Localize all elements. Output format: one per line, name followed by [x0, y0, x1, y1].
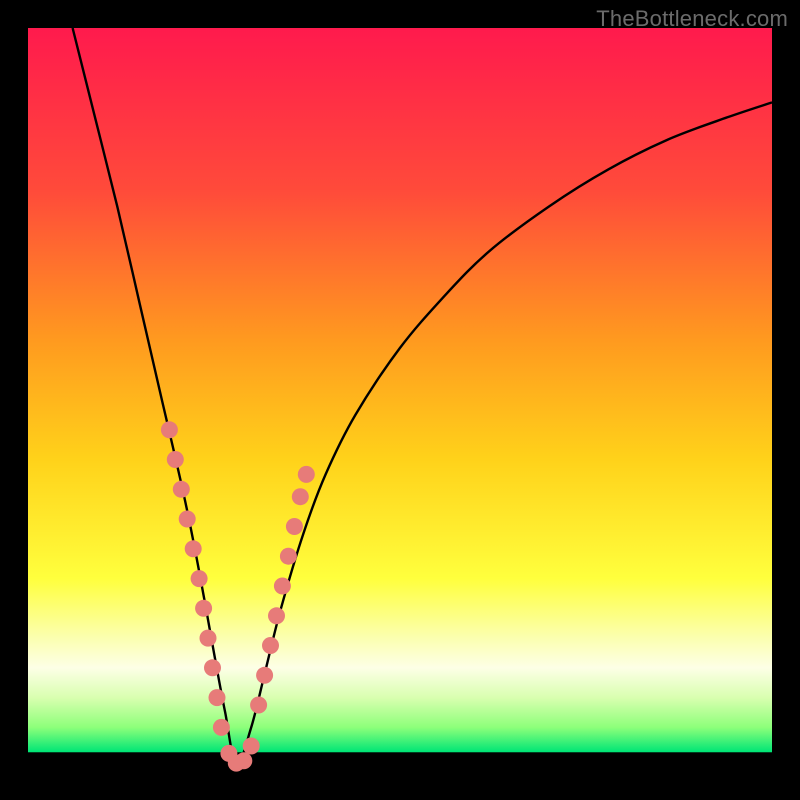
curve-dot	[250, 697, 267, 714]
gradient-background	[28, 28, 772, 772]
curve-dot	[243, 738, 260, 755]
curve-dot	[161, 421, 178, 438]
curve-dot	[262, 637, 279, 654]
curve-dot	[200, 630, 217, 647]
curve-dot	[213, 719, 230, 736]
plot-frame	[28, 28, 772, 772]
curve-dot	[280, 548, 297, 565]
curve-dot	[191, 570, 208, 587]
watermark-text: TheBottleneck.com	[596, 6, 788, 32]
curve-dot	[286, 518, 303, 535]
plot-svg	[28, 28, 772, 772]
curve-dot	[256, 667, 273, 684]
curve-dot	[185, 540, 202, 557]
chart-stage: TheBottleneck.com	[0, 0, 800, 800]
curve-dot	[209, 689, 226, 706]
curve-dot	[268, 607, 285, 624]
curve-dot	[274, 578, 291, 595]
curve-dot	[173, 481, 190, 498]
curve-dot	[204, 659, 221, 676]
curve-dot	[179, 511, 196, 528]
curve-dot	[195, 600, 212, 617]
curve-dot	[298, 466, 315, 483]
curve-dot	[292, 488, 309, 505]
curve-dot	[235, 752, 252, 769]
curve-dot	[167, 451, 184, 468]
